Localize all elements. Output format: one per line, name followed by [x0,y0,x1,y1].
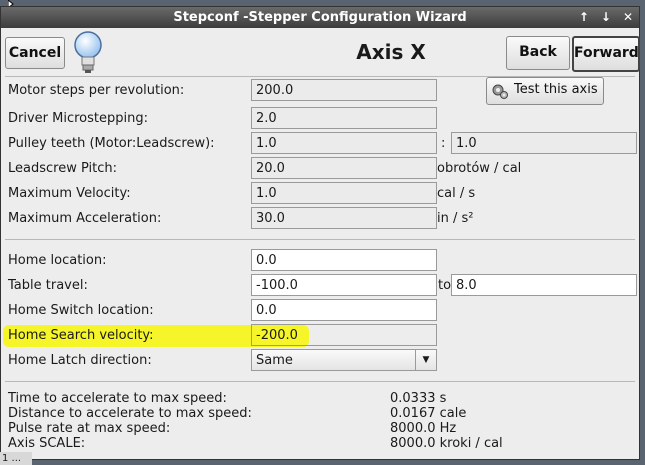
accel-distance-value: 0.0167 cale [390,406,467,421]
pulley-leadscrew-field[interactable]: 1.0 [451,132,637,154]
separator [5,239,635,240]
move-up-icon[interactable]: ↑ [579,7,589,28]
pulley-separator: : [441,136,446,151]
travel-to-label: to [438,278,452,293]
pitch-unit: obrotów / cal [437,161,522,176]
chevron-down-icon: ▼ [415,350,436,370]
velocity-unit: cal / s [437,186,476,201]
table-travel-to-field[interactable]: 8.0 [451,274,637,296]
header-area: Cancel Axis X Back Forward [1,28,640,78]
title-bar: Stepconf -Stepper Configuration Wizard ↑… [1,7,639,28]
acceleration-unit: in / s² [437,211,474,226]
home-location-label: Home location: [8,253,107,268]
leadscrew-pitch-label: Leadscrew Pitch: [8,161,118,176]
home-latch-value: Same [256,353,293,368]
forward-button[interactable]: Forward [572,36,640,72]
pulse-rate-value: 8000.0 Hz [390,421,457,436]
home-search-velocity-label: Home Search velocity: [8,328,154,343]
taskbar-item[interactable]: 1 ... [0,452,32,465]
table-travel-label: Table travel: [8,278,88,293]
max-acceleration-field[interactable]: 30.0 [251,207,437,229]
home-latch-dropdown[interactable]: Same ▼ [251,349,437,371]
axis-scale-label: Axis SCALE: [8,436,86,451]
lightbulb-icon [74,31,102,73]
home-switch-label: Home Switch location: [8,303,154,318]
max-velocity-label: Maximum Velocity: [8,186,131,201]
home-latch-label: Home Latch direction: [8,353,152,368]
accel-time-label: Time to accelerate to max speed: [8,391,227,406]
window-title: Stepconf -Stepper Configuration Wizard [173,10,467,25]
gears-icon [492,84,508,99]
back-button[interactable]: Back [506,36,570,70]
stepconf-window: Stepconf -Stepper Configuration Wizard ↑… [0,6,640,460]
separator [5,381,635,382]
pulley-motor-field[interactable]: 1.0 [251,132,437,154]
motor-steps-label: Motor steps per revolution: [8,83,185,98]
page-title: Axis X [356,40,426,64]
leadscrew-pitch-field[interactable]: 20.0 [251,157,437,179]
microstepping-label: Driver Microstepping: [8,111,148,126]
close-icon[interactable]: ✕ [623,7,633,28]
cancel-button[interactable]: Cancel [5,37,65,69]
accel-distance-label: Distance to accelerate to max speed: [8,406,252,421]
accel-time-value: 0.0333 s [390,391,447,406]
max-velocity-field[interactable]: 1.0 [251,182,437,204]
pulse-rate-label: Pulse rate at max speed: [8,421,171,436]
move-down-icon[interactable]: ↓ [601,7,611,28]
home-search-velocity-field[interactable]: -200.0 [251,324,437,346]
max-acceleration-label: Maximum Acceleration: [8,211,162,226]
test-axis-label: Test this axis [514,82,598,97]
pulley-label: Pulley teeth (Motor:Leadscrew): [8,136,215,151]
axis-scale-value: 8000.0 kroki / cal [390,436,503,451]
motor-steps-field[interactable]: 200.0 [251,79,437,101]
test-axis-button[interactable]: Test this axis [486,77,604,105]
table-travel-from-field[interactable]: -100.0 [251,274,437,296]
microstepping-field[interactable]: 2.0 [251,107,437,129]
home-switch-field[interactable]: 0.0 [251,299,437,321]
home-location-field[interactable]: 0.0 [251,249,437,271]
